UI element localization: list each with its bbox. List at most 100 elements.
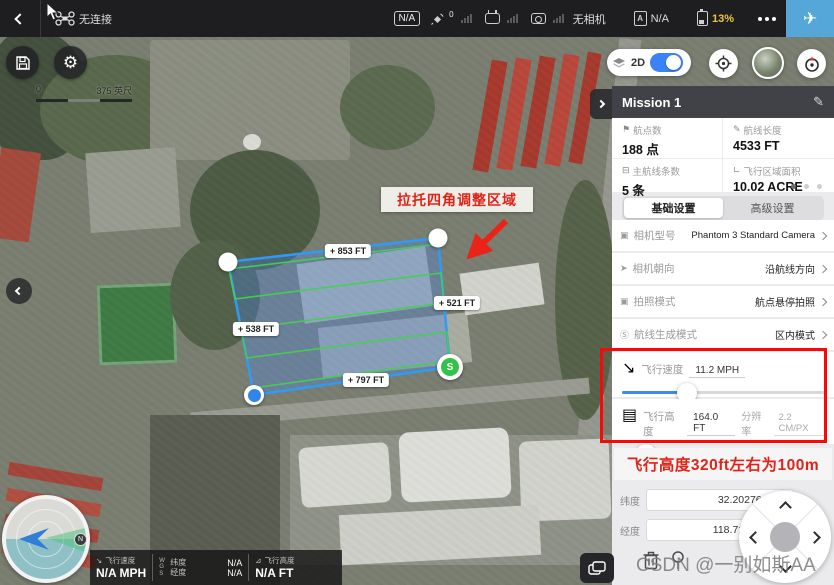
map-view-pill: 2D	[607, 49, 691, 76]
telemetry-bar: ↘飞行速度 N/A MPH WGS 纬度N/A 经度N/A ⊿飞行高度 N/A …	[90, 550, 342, 585]
stat-main-lines: ⊟主航线条数 5 条	[612, 159, 723, 199]
lines-icon: ⊟	[622, 166, 630, 176]
telemetry-altitude: ⊿飞行高度 N/A FT	[249, 550, 300, 585]
terrain-shape	[340, 65, 435, 150]
map-settings-button[interactable]	[54, 46, 87, 79]
tab-basic-settings[interactable]: 基础设置	[624, 198, 723, 218]
terrain-shape	[8, 462, 104, 491]
stat-waypoints: ⚑航点数 188 点	[612, 118, 723, 159]
chevron-left-icon	[15, 287, 23, 295]
chevron-up-icon[interactable]	[779, 501, 792, 514]
crosshair-icon	[715, 55, 732, 72]
dpad-center-button[interactable]	[770, 522, 800, 552]
remote-controller-icon	[485, 13, 500, 24]
top-status-bar: 无连接 N/A 0 无相机 A N/A 13%	[0, 0, 834, 37]
more-options-button[interactable]	[758, 17, 776, 21]
satellite-count: 0	[449, 10, 453, 19]
satellite-icon	[430, 12, 445, 26]
settings-tabs: 基础设置 高级设置	[622, 196, 824, 220]
row-route-mode[interactable]: Ⓢ 航线生成模式 区内模式	[612, 319, 834, 350]
mouse-cursor	[46, 2, 59, 21]
camera-status: 无相机	[573, 11, 606, 27]
terrain-shape	[298, 442, 392, 508]
video-feed-icon	[588, 561, 606, 575]
cursor-arrow-icon: ➤	[620, 264, 628, 274]
mission-stats: ⚑航点数 188 点 ✎航线长度 4533 FT ⊟主航线条数 5 条 ∟飞行区…	[612, 118, 834, 192]
polygon-corner-handle-selected[interactable]	[244, 385, 264, 405]
camera-signal-bars	[553, 14, 564, 23]
speed-icon: ↘	[96, 556, 102, 565]
gear-icon	[63, 53, 78, 73]
stat-area: ∟飞行区域面积 10.02 ACRE	[723, 159, 834, 199]
gps-mode-badge: N/A	[394, 11, 421, 26]
compass-reset-button[interactable]	[797, 49, 826, 78]
watermark: CSDN @一别如斯AA	[636, 550, 816, 577]
takeoff-button[interactable]	[786, 0, 834, 37]
connection-status: 无连接	[79, 11, 112, 27]
2d-toggle[interactable]	[650, 53, 683, 72]
scale-zero: 0	[36, 84, 41, 97]
collapse-left-button[interactable]	[6, 278, 32, 304]
locate-me-button[interactable]	[709, 49, 738, 78]
panel-collapse-tab[interactable]	[590, 89, 612, 119]
scale-distance: 375 英尺	[96, 84, 132, 97]
polygon-corner-handle[interactable]	[429, 229, 448, 248]
compass-icon	[803, 55, 821, 73]
flag-icon: ⚑	[622, 125, 630, 135]
edit-mission-icon[interactable]	[813, 94, 824, 110]
chevron-right-icon	[819, 330, 827, 338]
terrain-shape	[0, 148, 41, 243]
stat-route-length: ✎航线长度 4533 FT	[723, 118, 834, 159]
terrain-shape	[339, 505, 541, 565]
terrain-shape	[97, 283, 178, 366]
resolution-value: 2.2 CM/PX	[774, 412, 824, 436]
battery-percent: 13%	[712, 13, 734, 25]
altitude-icon: ▤	[622, 405, 637, 425]
north-badge: N	[74, 533, 87, 546]
drag-corners-annotation: 拉托四角调整区域	[381, 187, 533, 212]
flight-speed-card: ↘ 飞行速度 11.2 MPH	[612, 352, 834, 397]
minimap-button[interactable]	[752, 47, 784, 79]
chevron-right-icon	[597, 100, 605, 108]
back-button[interactable]	[0, 0, 40, 37]
row-camera-heading[interactable]: ➤ 相机朝向 沿航线方向	[612, 253, 834, 284]
terrain-shape	[398, 427, 512, 503]
altitude-note: 飞行高度320ft左右为100m	[614, 448, 832, 480]
camera-view-button[interactable]	[580, 553, 614, 583]
row-camera-model[interactable]: ▣ 相机型号 Phantom 3 Standard Camera	[612, 220, 834, 251]
terrain-shape	[85, 147, 180, 233]
flight-mode-icon: A	[634, 11, 647, 26]
flight-mode-value: N/A	[651, 13, 669, 25]
chevron-right-icon	[819, 264, 827, 272]
chevron-right-icon	[819, 297, 827, 305]
speed-value: 11.2 MPH	[689, 365, 745, 378]
save-mission-button[interactable]	[6, 46, 39, 79]
route-start-marker[interactable]: S	[437, 354, 463, 380]
satellite-signal-bars	[461, 14, 472, 23]
app-screen: 拉托四角调整区域 + 853 FT + 521 FT + 538 FT + 79…	[0, 0, 834, 585]
speed-slider[interactable]	[622, 391, 824, 394]
map-scale-bar: 0 375 英尺	[36, 84, 132, 102]
row-photo-mode[interactable]: ▣ 拍照模式 航点悬停拍照	[612, 286, 834, 317]
chevron-left-icon[interactable]	[749, 531, 762, 544]
battery-icon	[697, 11, 708, 26]
camera-signal-icon	[531, 13, 546, 24]
edge-length-badge-bottom: + 797 FT	[343, 373, 389, 387]
s-mode-icon: Ⓢ	[620, 328, 629, 341]
altitude-icon: ⊿	[255, 556, 261, 565]
terrain-shape	[243, 134, 261, 150]
view-mode-label: 2D	[631, 57, 645, 69]
chevron-right-icon[interactable]	[808, 531, 821, 544]
flight-altitude-card: ▤ 飞行高度 164.0 FT 分辨率 2.2 CM/PX	[612, 399, 834, 444]
ruler-icon: ∟	[733, 166, 741, 176]
tab-advanced-settings[interactable]: 高级设置	[723, 198, 822, 218]
pencil-icon: ✎	[733, 125, 741, 135]
edge-length-badge-left: + 538 FT	[233, 322, 279, 336]
mission-title: Mission 1	[622, 95, 681, 110]
save-icon	[15, 55, 31, 71]
polygon-corner-handle[interactable]	[219, 253, 238, 272]
telemetry-speed: ↘飞行速度 N/A MPH	[90, 550, 152, 585]
rc-signal-bars	[507, 14, 518, 23]
camera-icon: ▣	[620, 231, 629, 241]
stats-page-dots[interactable]	[791, 184, 822, 189]
